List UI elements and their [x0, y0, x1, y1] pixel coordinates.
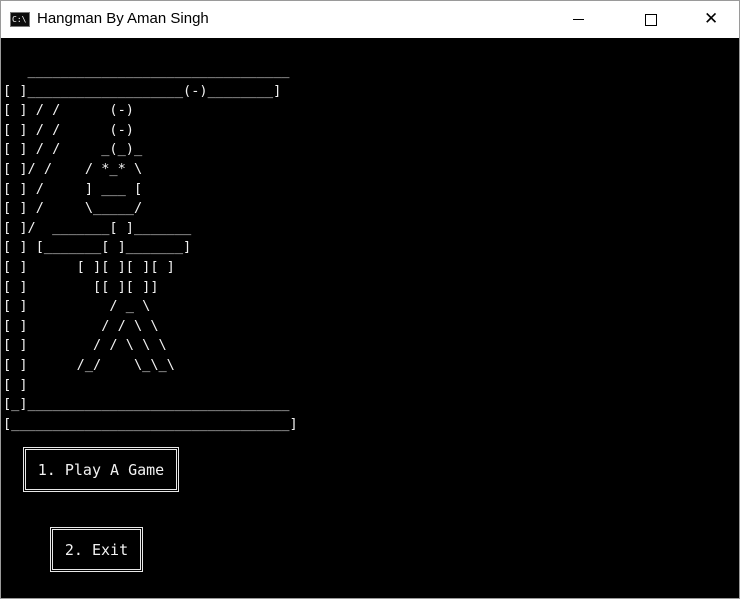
close-button[interactable]: ✕ — [693, 1, 739, 38]
close-icon: ✕ — [704, 9, 719, 29]
play-game-button[interactable]: 1. Play A Game — [23, 447, 179, 492]
console-area: ________________________________ [ ]____… — [1, 38, 739, 598]
hangman-ascii-art: ________________________________ [ ]____… — [3, 63, 298, 432]
exit-button[interactable]: 2. Exit — [50, 527, 143, 572]
minimize-button[interactable] — [555, 1, 601, 38]
console-icon: C:\ — [10, 12, 30, 27]
title-bar[interactable]: C:\ Hangman By Aman Singh ✕ — [1, 1, 739, 38]
maximize-icon — [645, 14, 657, 26]
console-window: C:\ Hangman By Aman Singh ✕ ____________… — [0, 0, 740, 599]
maximize-button[interactable] — [627, 1, 673, 38]
minimize-icon — [573, 19, 584, 20]
window-title: Hangman By Aman Singh — [37, 10, 209, 27]
